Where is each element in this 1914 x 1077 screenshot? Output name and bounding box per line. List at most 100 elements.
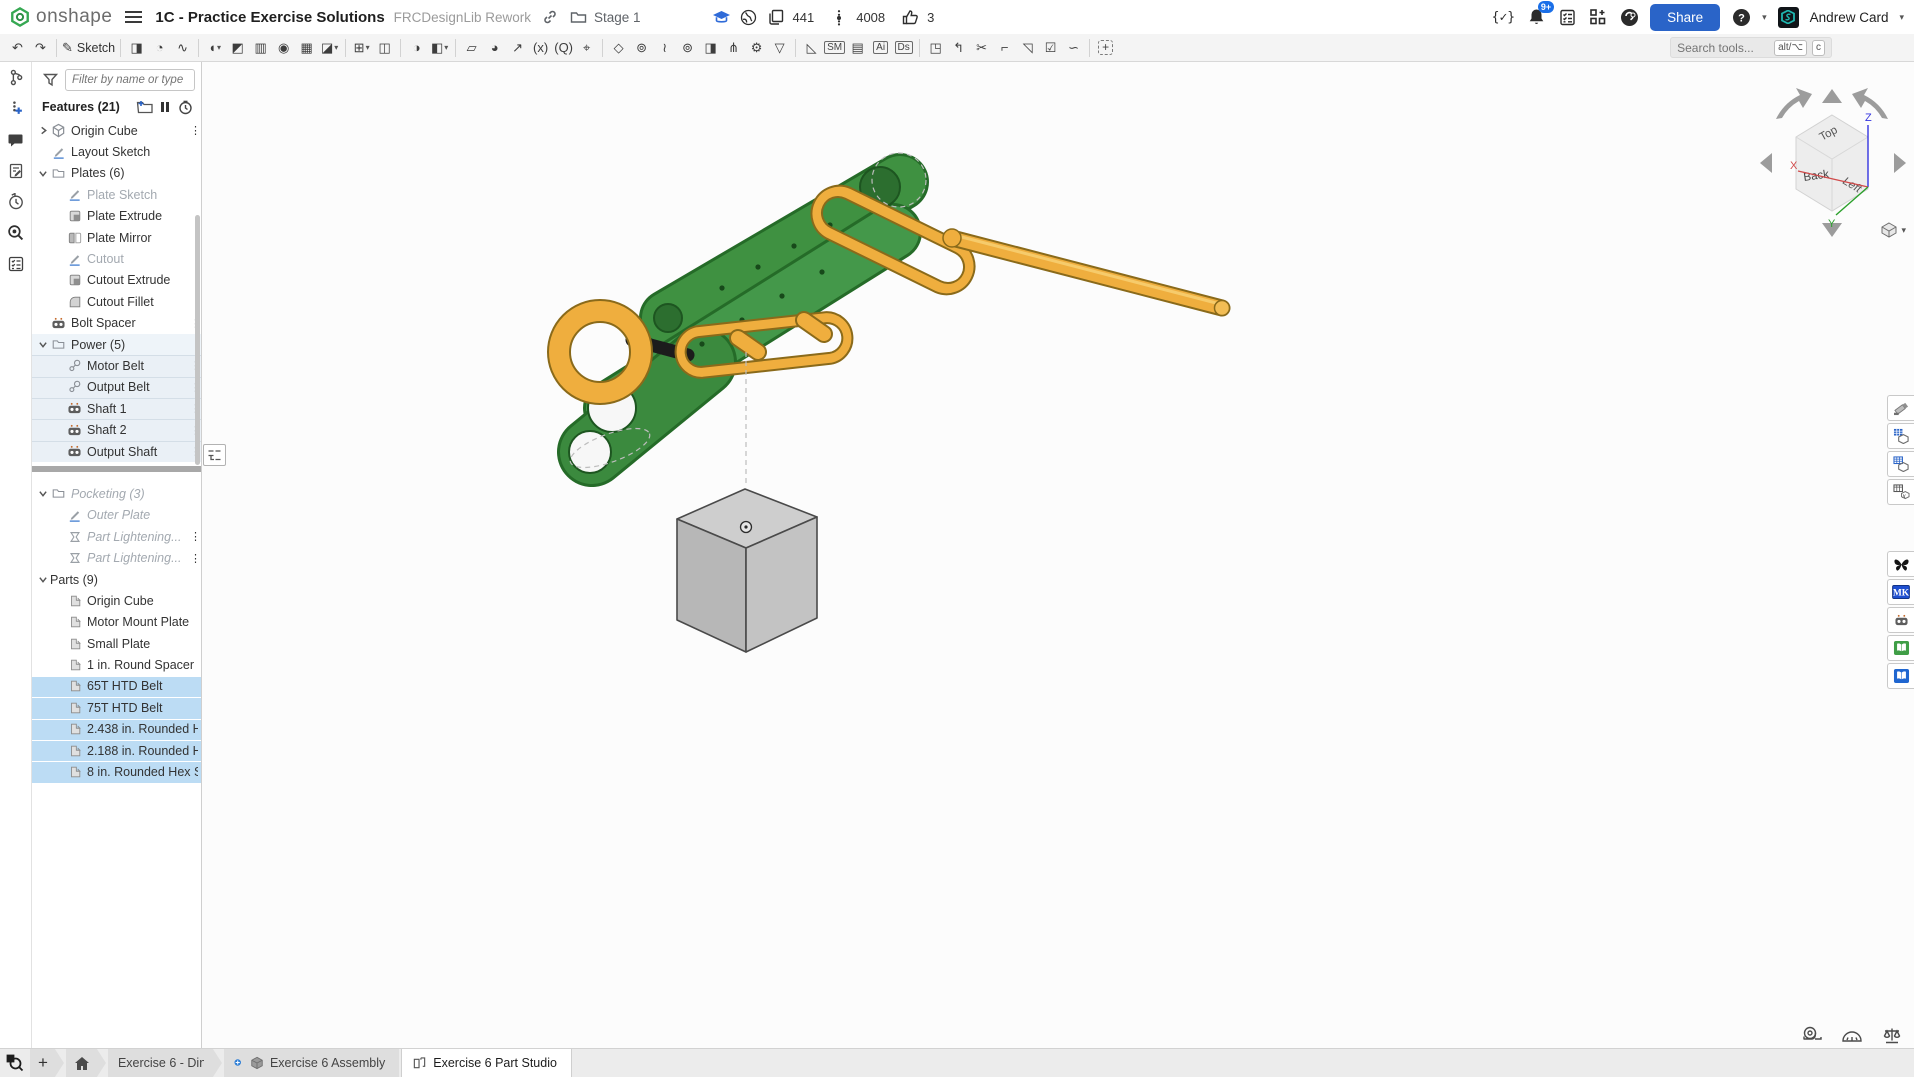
featurescript-check-icon[interactable]: {✓}: [1492, 10, 1515, 25]
tab-tool[interactable]: ⌐: [993, 37, 1016, 59]
item-menu-dots[interactable]: ⋮: [190, 530, 198, 543]
revolve-tool[interactable]: ◔: [148, 37, 171, 59]
add-custom-feature-tool[interactable]: +: [1094, 37, 1117, 59]
chamfer-tool[interactable]: ◩: [226, 37, 249, 59]
chevron-down-icon[interactable]: [36, 166, 50, 180]
part-table-panel-tab[interactable]: [1887, 451, 1914, 477]
linear-pattern-caret-icon[interactable]: ▾: [366, 43, 370, 52]
frame-tool[interactable]: ▤: [846, 37, 869, 59]
onshape-logo[interactable]: onshape: [10, 6, 112, 28]
tree-row[interactable]: Origin Cube: [32, 590, 201, 611]
chevron-down-icon[interactable]: [36, 573, 50, 587]
output-hex-shaft[interactable]: [943, 229, 1230, 316]
graphics-area[interactable]: Top Back Left Z X Y ▾: [202, 62, 1914, 1048]
tree-row[interactable]: Plates (6): [32, 163, 201, 184]
drawing-studio-tool[interactable]: Ds: [892, 37, 915, 59]
tab-exercise-6-assembly[interactable]: Exercise 6 Assembly: [224, 1049, 399, 1077]
hole-tool[interactable]: ◉: [272, 37, 295, 59]
filter-input[interactable]: [65, 69, 195, 91]
protractor-icon[interactable]: [1840, 1025, 1864, 1045]
mirror-tool[interactable]: ◫: [373, 37, 396, 59]
flange-tool[interactable]: ◳: [924, 37, 947, 59]
checklist-icon[interactable]: [0, 248, 32, 279]
butterfly-app-tab[interactable]: [1887, 551, 1914, 577]
yellow-hook[interactable]: [548, 300, 652, 404]
tree-row[interactable]: Part Lightening...⋮: [32, 526, 201, 547]
tree-row[interactable]: Layout Sketch: [32, 141, 201, 162]
extrude-tool[interactable]: ◨: [125, 37, 148, 59]
split-caret-icon[interactable]: ▾: [444, 43, 448, 52]
sheet-metal-model-tool[interactable]: SM: [823, 37, 846, 59]
tape-measure-icon[interactable]: [1800, 1025, 1824, 1045]
chevron-down-icon[interactable]: [36, 487, 50, 501]
tab-search-icon[interactable]: [0, 1049, 30, 1077]
feature-list-toggle[interactable]: [203, 444, 226, 466]
tree-row[interactable]: Parts (9): [32, 569, 201, 590]
insert-icon[interactable]: [0, 93, 32, 124]
tree-row[interactable]: 2.188 in. Rounded Hex ...: [32, 740, 201, 761]
tree-row[interactable]: Part Lightening...⋮: [32, 547, 201, 568]
user-caret-icon[interactable]: ▾: [1899, 12, 1904, 23]
mate-connector-tool[interactable]: ⌖: [575, 37, 598, 59]
versions-icon[interactable]: [0, 62, 32, 93]
sketch-tool[interactable]: ✎Sketch: [61, 37, 116, 59]
suppress-pause-icon[interactable]: [155, 98, 175, 116]
chevron-down-icon[interactable]: [36, 338, 50, 352]
origin-cube[interactable]: [677, 489, 817, 652]
tree-row[interactable]: Origin Cube⋮: [32, 120, 201, 141]
bom-table-panel-tab[interactable]: [1887, 423, 1914, 449]
belt-feature-2-tool[interactable]: ⊚: [676, 37, 699, 59]
corner-ruler-tool[interactable]: ◺: [800, 37, 823, 59]
fillet-caret-icon[interactable]: ▾: [217, 43, 221, 52]
rib-tool[interactable]: ▦: [295, 37, 318, 59]
notes-icon[interactable]: [0, 155, 32, 186]
copies-icon[interactable]: [766, 7, 786, 27]
config-table-panel-tab[interactable]: x: [1887, 479, 1914, 505]
tree-row[interactable]: Small Plate: [32, 633, 201, 654]
view-options-button[interactable]: ▾: [1880, 222, 1906, 238]
undo-tool[interactable]: ↶: [6, 37, 29, 59]
main-menu-button[interactable]: [125, 11, 142, 23]
part-studio-model[interactable]: [202, 62, 1914, 1048]
tree-row[interactable]: Shaft 2⋮: [32, 419, 201, 440]
tab-exercise-6-part-studio[interactable]: Exercise 6 Part Studio: [401, 1049, 572, 1077]
thicken-tool[interactable]: ◪▾: [318, 37, 341, 59]
share-button[interactable]: Share: [1650, 4, 1720, 31]
plane-tool[interactable]: ▱: [460, 37, 483, 59]
help-icon[interactable]: ?: [1731, 7, 1751, 27]
tree-row[interactable]: 1 in. Round Spacer: [32, 654, 201, 675]
education-icon[interactable]: [712, 7, 732, 27]
help-caret-icon[interactable]: ▾: [1762, 12, 1767, 23]
link-icon[interactable]: [540, 7, 560, 27]
add-tab-button[interactable]: +: [30, 1049, 64, 1077]
versions-dots-icon[interactable]: [829, 7, 849, 27]
search-tools-input[interactable]: [1677, 41, 1769, 55]
tree-row[interactable]: Cutout: [32, 248, 201, 269]
public-globe-icon[interactable]: [739, 7, 759, 27]
rollback-history-icon[interactable]: [175, 98, 195, 116]
search-record-icon[interactable]: [0, 217, 32, 248]
ai-studio-tool[interactable]: Ai: [869, 37, 892, 59]
curve-tool[interactable]: ≀: [653, 37, 676, 59]
extrude-surface-tool[interactable]: ◨: [699, 37, 722, 59]
filter-funnel-icon[interactable]: [40, 70, 60, 90]
tree-row[interactable]: Output Belt⋮: [32, 377, 201, 398]
blue-library-app-tab[interactable]: [1887, 663, 1914, 689]
tree-row[interactable]: Plate Sketch: [32, 184, 201, 205]
tree-row[interactable]: Cutout Extrude: [32, 270, 201, 291]
split-tool[interactable]: ◧▾: [428, 37, 451, 59]
belt-calculator-app-tab[interactable]: [1887, 607, 1914, 633]
home-tab[interactable]: [66, 1049, 106, 1077]
variable-tool[interactable]: (x): [529, 37, 552, 59]
rollback-bar[interactable]: [32, 466, 201, 472]
tree-row[interactable]: Power (5): [32, 334, 201, 355]
mate-orange-tool[interactable]: ⋔: [722, 37, 745, 59]
belt-feature-tool[interactable]: ⊚: [630, 37, 653, 59]
fillet-tool[interactable]: ◖▾: [203, 37, 226, 59]
tree-row[interactable]: Bolt Spacer⋮: [32, 313, 201, 334]
filter-funnel-tool[interactable]: ▽: [768, 37, 791, 59]
redo-tool[interactable]: ↷: [29, 37, 52, 59]
shell-tool[interactable]: ▥: [249, 37, 272, 59]
learning-center-icon[interactable]: [1619, 7, 1639, 27]
item-menu-dots[interactable]: ⋮: [190, 124, 198, 137]
